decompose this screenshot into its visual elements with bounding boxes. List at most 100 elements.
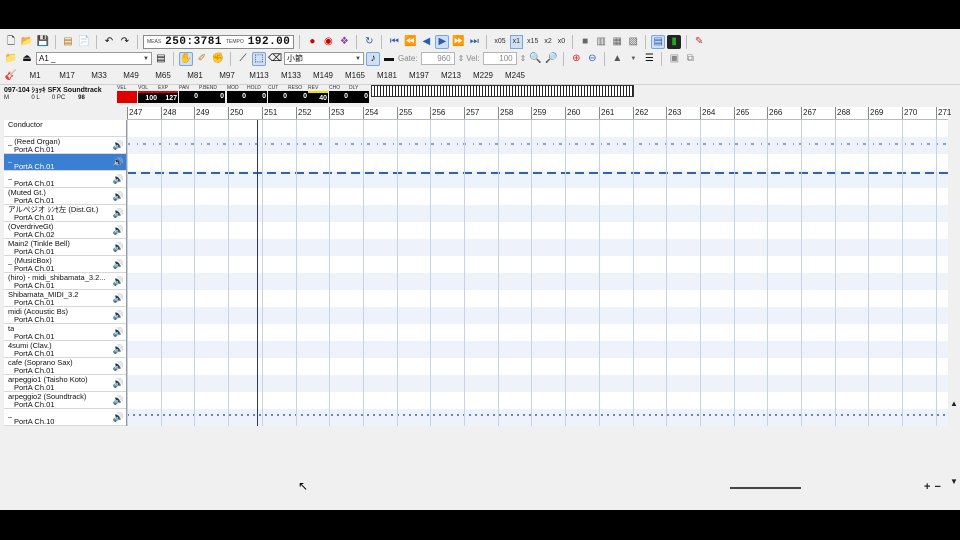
vel-input[interactable]: 100 <box>482 52 517 65</box>
track-view-icon[interactable]: ■ <box>578 35 592 49</box>
grid-row[interactable] <box>127 341 948 358</box>
measure-ruler[interactable]: 247 248 249 250 251 252 253 254 255 256 257 258 259 2… <box>127 107 951 120</box>
marker-tab[interactable]: M17 <box>52 68 82 84</box>
scroll-up-icon[interactable]: ▲ <box>950 399 958 408</box>
playback-cursor[interactable] <box>257 120 258 426</box>
speed-x0[interactable]: x0 <box>556 35 567 49</box>
meter-icon[interactable]: ▮ <box>667 34 682 49</box>
gate-spinner-icon[interactable]: ⇕ <box>458 54 465 63</box>
marker-tab[interactable]: M165 <box>340 68 370 84</box>
track-row[interactable]: (OverdriveGt) PortA Ch.02 🔊 <box>4 222 126 239</box>
grid-row[interactable] <box>127 188 948 205</box>
track-row[interactable]: (hiro) - midi_shibamata_3.2... PortA Ch.0… <box>4 273 126 290</box>
speaker-icon[interactable]: 🔊 <box>113 225 124 236</box>
undo-icon[interactable]: ↶ <box>102 35 116 49</box>
loop-icon[interactable]: ↻ <box>362 35 376 49</box>
list-icon[interactable]: ☰ <box>642 52 656 66</box>
snap-select[interactable]: 小節 ▼ <box>284 52 364 65</box>
vertical-scrollbar[interactable]: ▲ ▼ <box>948 107 960 487</box>
track-row[interactable]: 4sumi (Clav.) PortA Ch.01 🔊 <box>4 341 126 358</box>
track-row[interactable]: _ (Reed Organ) PortA Ch.01 🔊 <box>4 137 126 154</box>
speaker-icon[interactable]: 🔊 <box>113 361 124 372</box>
grid-row[interactable] <box>127 273 948 290</box>
grid-row[interactable] <box>127 409 948 426</box>
step-back-icon[interactable]: ◀ <box>419 35 433 49</box>
save-icon[interactable]: 💾 <box>36 35 50 49</box>
marker-tab[interactable]: M65 <box>148 68 178 84</box>
lock-icon[interactable]: ▣ <box>667 52 681 66</box>
track-row[interactable]: Shibamata_MIDI_3.2 PortA Ch.01 🔊 <box>4 290 126 307</box>
marker-tab[interactable]: M113 <box>244 68 274 84</box>
speaker-icon[interactable]: 🔊 <box>113 140 124 151</box>
speaker-icon[interactable]: 🔊 <box>113 276 124 287</box>
mixer-icon[interactable]: ❖ <box>337 35 351 49</box>
speaker-icon[interactable]: 🔊 <box>113 174 124 185</box>
marker-tab[interactable]: M133 <box>276 68 306 84</box>
grid-row[interactable] <box>127 222 948 239</box>
grid-row[interactable] <box>127 239 948 256</box>
score-icon[interactable]: ▧ <box>626 35 640 49</box>
speaker-icon[interactable]: 🔊 <box>113 327 124 338</box>
open-folder-icon[interactable]: 📂 <box>20 35 34 49</box>
marker-tab[interactable]: M97 <box>212 68 242 84</box>
zoom-reset-icon[interactable]: ⊖ <box>585 52 599 66</box>
piano-roll-icon[interactable]: ▥ <box>594 35 608 49</box>
marker-tab[interactable]: M49 <box>116 68 146 84</box>
speaker-icon[interactable]: 🔊 <box>113 191 124 202</box>
speaker-icon[interactable]: 🔊 <box>113 157 124 168</box>
grid-row[interactable] <box>127 290 948 307</box>
track-properties-icon[interactable]: ▤ <box>154 52 168 66</box>
speed-x2[interactable]: x2 <box>542 35 553 49</box>
marker-tab[interactable]: M1 <box>20 68 50 84</box>
track-row[interactable]: _ PortA Ch.10 🔊 <box>4 409 126 426</box>
speaker-icon[interactable]: 🔊 <box>113 395 124 406</box>
zoom-minus-icon[interactable]: − <box>934 481 944 493</box>
gate-field[interactable]: Gate: 960 ⇕ <box>398 52 464 65</box>
track-row[interactable]: Main2 (Tinkle Bell) PortA Ch.01 🔊 <box>4 239 126 256</box>
zoom-fit-icon[interactable]: ⊕ <box>569 52 583 66</box>
gate-input[interactable]: 960 <box>420 52 455 65</box>
marker-tab[interactable]: M33 <box>84 68 114 84</box>
speaker-icon[interactable]: 🔊 <box>113 259 124 270</box>
marker-tab[interactable]: M229 <box>468 68 498 84</box>
skip-end-icon[interactable]: ⏭ <box>467 35 481 49</box>
eraser-icon[interactable]: ⌫ <box>268 52 282 66</box>
marker-tab[interactable]: M181 <box>372 68 402 84</box>
speaker-icon[interactable]: 🔊 <box>113 310 124 321</box>
tools-icon[interactable]: ✎ <box>692 35 706 49</box>
play-icon[interactable]: ▶ <box>435 34 450 49</box>
track-events-selected[interactable] <box>127 172 948 174</box>
speaker-icon[interactable]: 🔊 <box>113 208 124 219</box>
speaker-icon[interactable]: 🔊 <box>113 378 124 389</box>
vel-spinner-icon[interactable]: ⇕ <box>520 54 527 63</box>
pencil-tool-icon[interactable]: ✐ <box>195 52 209 66</box>
grid-row[interactable] <box>127 205 948 222</box>
grid-row[interactable] <box>127 120 948 137</box>
track-row[interactable]: _ PortA Ch.01 🔊 <box>4 171 126 188</box>
track-row[interactable]: cafe (Soprano Sax) PortA Ch.01 🔊 <box>4 358 126 375</box>
track-row[interactable]: アルペジオ ｼﾝｾ左 (Dist.Gt.) PortA Ch.01 🔊 <box>4 205 126 222</box>
track-row[interactable]: arpeggio2 (Soundtrack) PortA Ch.01 🔊 <box>4 392 126 409</box>
track-row[interactable]: _ PortA Ch.01 🔊 <box>4 154 126 171</box>
speed-x1[interactable]: x1 <box>509 34 524 49</box>
marker-tab[interactable]: M213 <box>436 68 466 84</box>
event-list-icon[interactable]: ▦ <box>610 35 624 49</box>
track-row[interactable]: midi (Acoustic Bs) PortA Ch.01 🔊 <box>4 307 126 324</box>
copy-icon[interactable]: ⧉ <box>683 52 697 66</box>
folder-icon[interactable]: 📁 <box>4 52 18 66</box>
redo-icon[interactable]: ↷ <box>118 35 132 49</box>
rewind-icon[interactable]: ⏪ <box>403 35 417 49</box>
marker-tab[interactable]: M81 <box>180 68 210 84</box>
marker-icon[interactable]: 🎸 <box>4 69 18 83</box>
grid-row[interactable] <box>127 375 948 392</box>
track-row[interactable]: Conductor <box>4 120 126 137</box>
fast-forward-icon[interactable]: ⏩ <box>451 35 465 49</box>
triangle-down-small-icon[interactable]: ▼ <box>626 52 640 66</box>
line-tool-icon[interactable]: ⟋ <box>236 52 250 66</box>
grid-row[interactable] <box>127 307 948 324</box>
track-row[interactable]: arpeggio1 (Taisho Koto) PortA Ch.01 🔊 <box>4 375 126 392</box>
track-events-ch10[interactable] <box>127 414 948 416</box>
marker-tab[interactable]: M197 <box>404 68 434 84</box>
vel-field[interactable]: Vel: 100 ⇕ <box>466 52 526 65</box>
track-grid[interactable] <box>127 120 948 426</box>
